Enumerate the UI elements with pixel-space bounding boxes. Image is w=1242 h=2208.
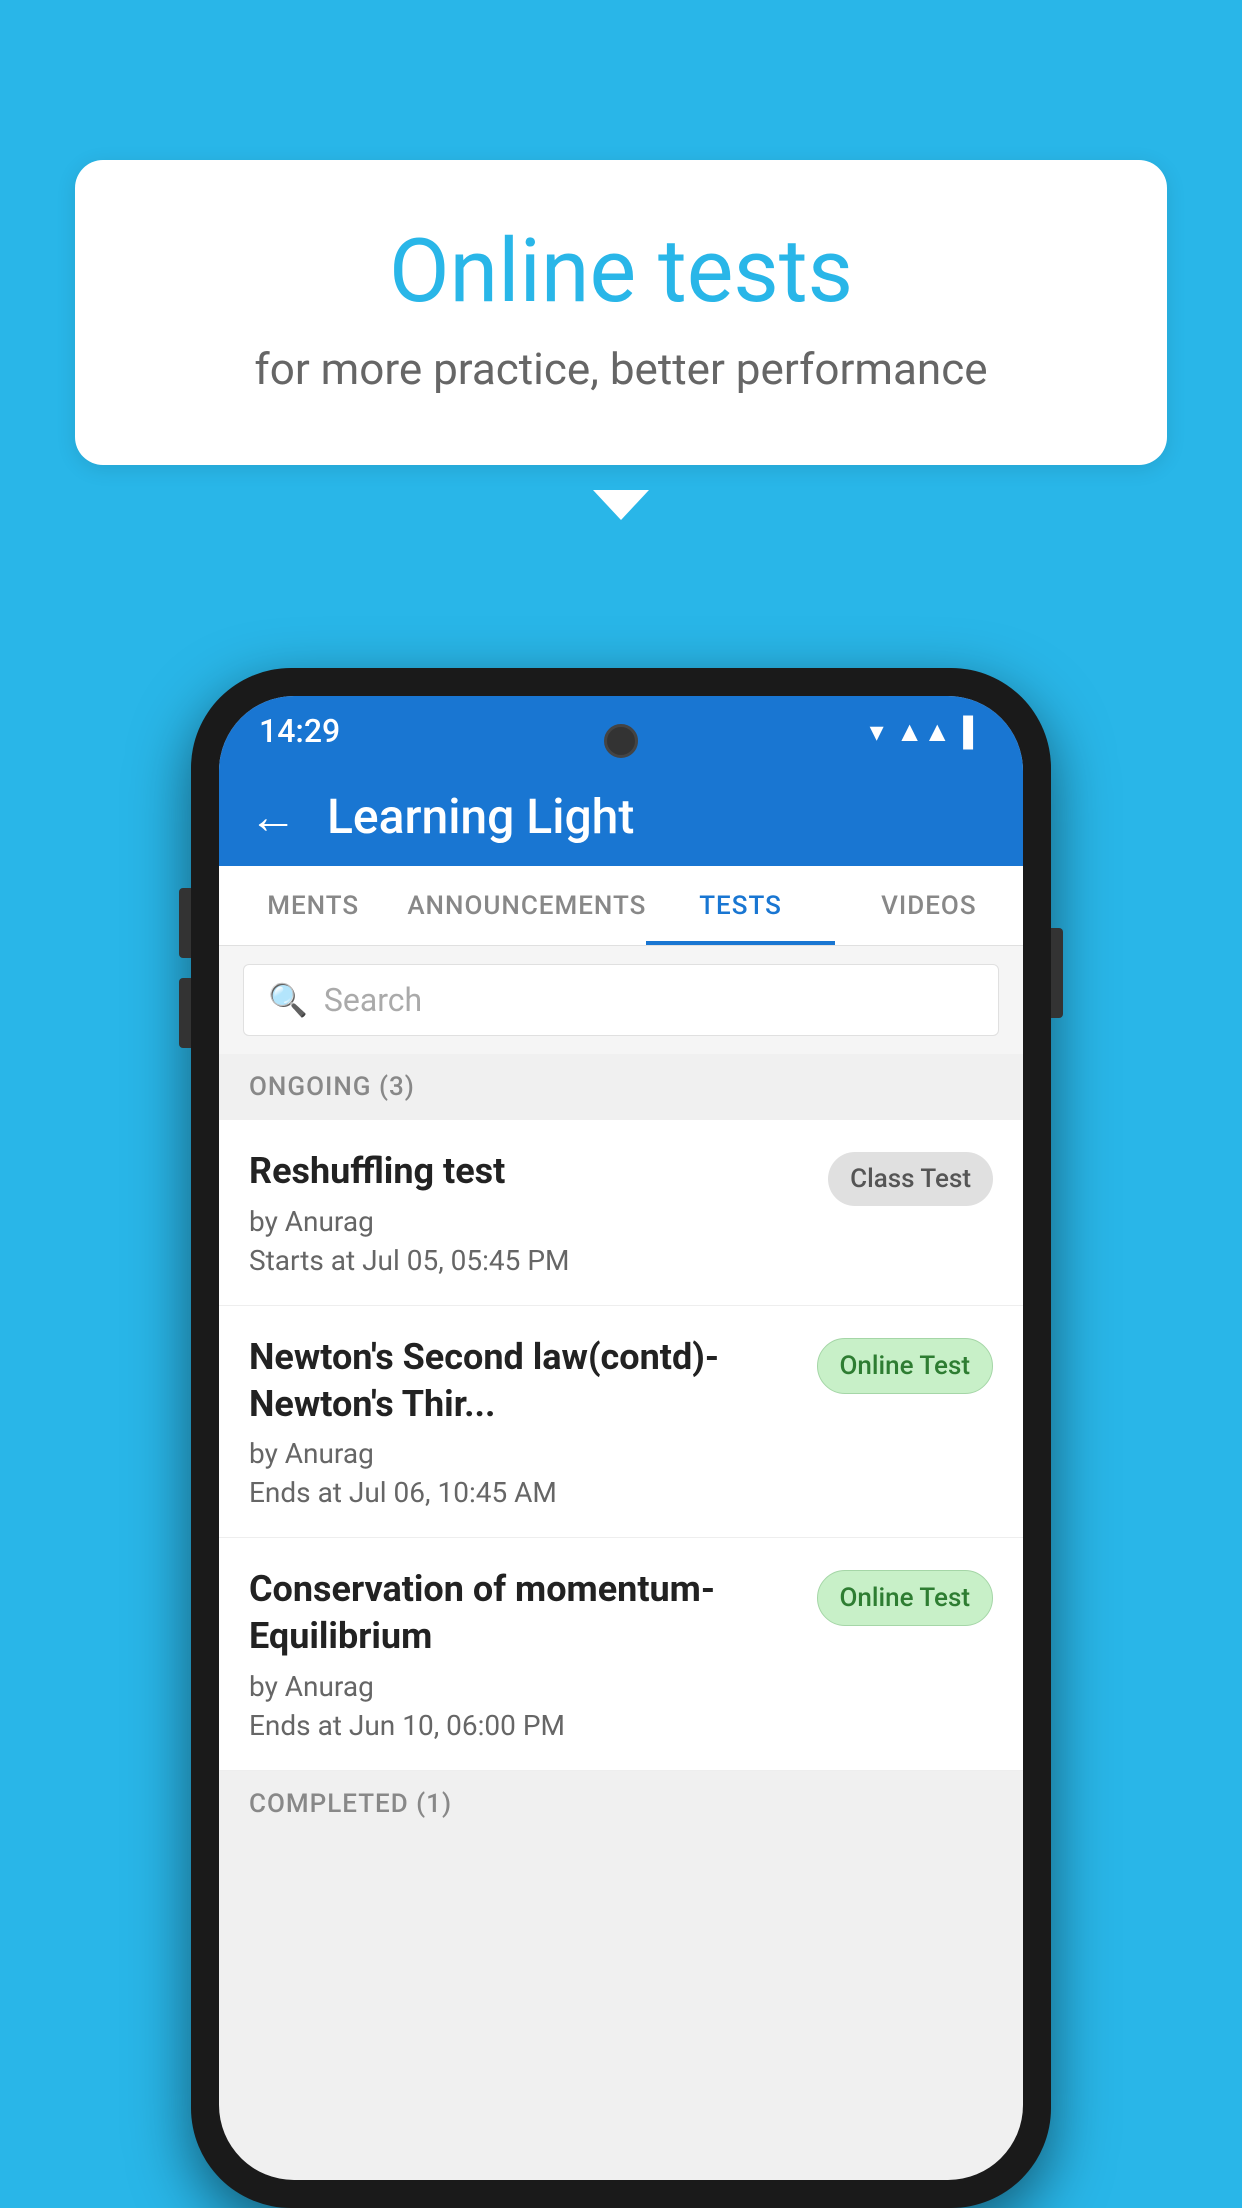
app-bar-title: Learning Light (327, 788, 634, 845)
test-content-1: Reshuffling test by Anurag Starts at Jul… (249, 1148, 828, 1277)
wifi-icon: ▾ (870, 715, 884, 748)
test-badge-3: Online Test (817, 1570, 994, 1626)
signal-icon: ▲▲ (896, 715, 951, 748)
test-time-2: Ends at Jul 06, 10:45 AM (249, 1476, 797, 1509)
test-item-3[interactable]: Conservation of momentum-Equilibrium by … (219, 1538, 1023, 1771)
volume-down-button (179, 978, 191, 1048)
power-button (1051, 928, 1063, 1018)
test-by-1: by Anurag (249, 1205, 808, 1238)
search-bar[interactable]: 🔍 Search (243, 964, 999, 1036)
speech-bubble: Online tests for more practice, better p… (75, 160, 1167, 465)
ongoing-section-header: ONGOING (3) (219, 1054, 1023, 1120)
tab-videos[interactable]: VIDEOS (835, 866, 1023, 945)
test-title-1: Reshuffling test (249, 1148, 808, 1195)
test-content-2: Newton's Second law(contd)-Newton's Thir… (249, 1334, 817, 1510)
tabs-container: MENTS ANNOUNCEMENTS TESTS VIDEOS (219, 866, 1023, 946)
test-time-3: Ends at Jun 10, 06:00 PM (249, 1709, 797, 1742)
back-button[interactable]: ← (249, 788, 297, 845)
phone-screen: 14:29 ▾ ▲▲ ▌ ← Learning Light MENTS ANNO… (219, 696, 1023, 2180)
completed-header-text: COMPLETED (1) (249, 1789, 452, 1819)
ongoing-header-text: ONGOING (3) (249, 1072, 415, 1102)
test-item-2[interactable]: Newton's Second law(contd)-Newton's Thir… (219, 1306, 1023, 1539)
status-icons: ▾ ▲▲ ▌ (870, 715, 983, 748)
test-badge-2: Online Test (817, 1338, 994, 1394)
app-bar: ← Learning Light (219, 766, 1023, 866)
test-item-1[interactable]: Reshuffling test by Anurag Starts at Jul… (219, 1120, 1023, 1306)
bubble-title: Online tests (155, 220, 1087, 323)
status-time: 14:29 (259, 712, 340, 750)
phone-frame: 14:29 ▾ ▲▲ ▌ ← Learning Light MENTS ANNO… (191, 668, 1051, 2208)
volume-up-button (179, 888, 191, 958)
test-time-1: Starts at Jul 05, 05:45 PM (249, 1244, 808, 1277)
test-by-3: by Anurag (249, 1670, 797, 1703)
camera (604, 724, 638, 758)
tab-announcements[interactable]: ANNOUNCEMENTS (407, 866, 646, 945)
bubble-subtitle: for more practice, better performance (155, 343, 1087, 395)
phone-container: 14:29 ▾ ▲▲ ▌ ← Learning Light MENTS ANNO… (191, 668, 1051, 2208)
battery-icon: ▌ (963, 715, 983, 748)
search-placeholder: Search (324, 981, 422, 1019)
search-icon: 🔍 (268, 981, 308, 1019)
tab-ments[interactable]: MENTS (219, 866, 407, 945)
test-badge-1: Class Test (828, 1152, 993, 1206)
completed-section-header: COMPLETED (1) (219, 1771, 1023, 1837)
test-title-3: Conservation of momentum-Equilibrium (249, 1566, 797, 1660)
test-by-2: by Anurag (249, 1437, 797, 1470)
search-container: 🔍 Search (219, 946, 1023, 1054)
test-title-2: Newton's Second law(contd)-Newton's Thir… (249, 1334, 797, 1428)
tab-tests[interactable]: TESTS (646, 866, 834, 945)
test-content-3: Conservation of momentum-Equilibrium by … (249, 1566, 817, 1742)
